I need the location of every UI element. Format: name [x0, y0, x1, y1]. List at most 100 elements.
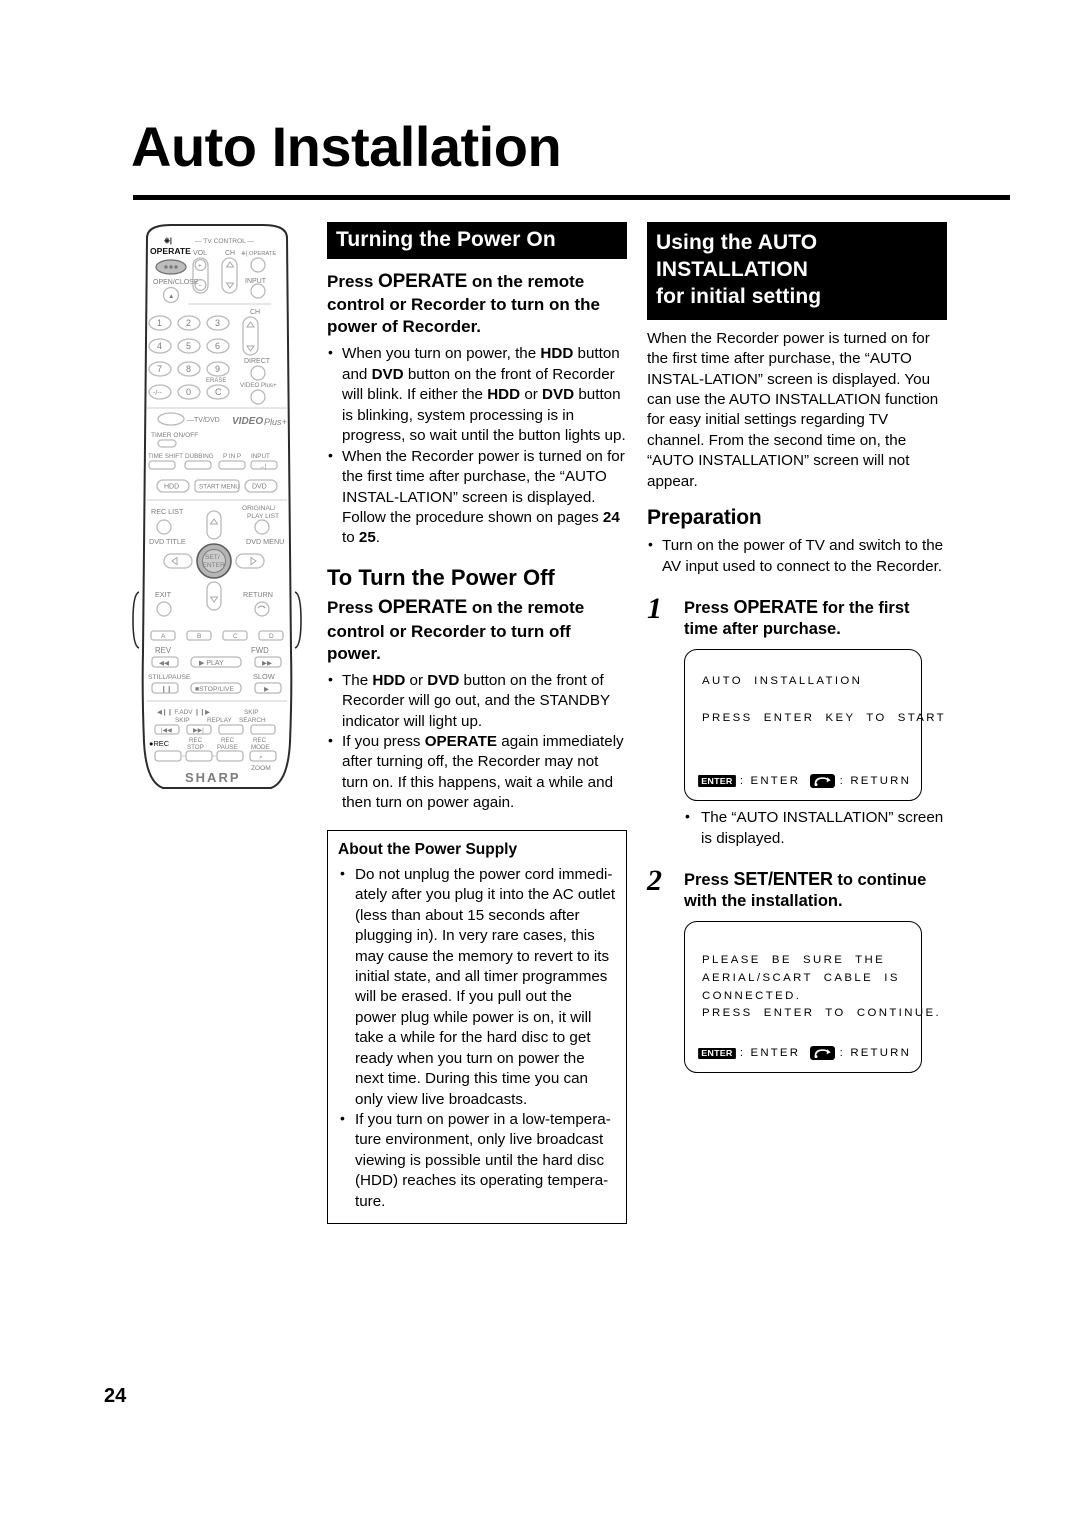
svg-text:⎈|: ⎈|	[164, 236, 172, 245]
svg-text:START MENU: START MENU	[199, 484, 240, 491]
osd-screen-step-1-text: AUTO INSTALLATION PRESS ENTER KEY TO STA…	[702, 672, 944, 727]
svg-text:4: 4	[157, 341, 162, 351]
svg-text:C: C	[233, 633, 238, 640]
list-item: Do not unplug the power cord immedi-atel…	[338, 864, 616, 1110]
svg-text:ORIGINAL/: ORIGINAL/	[242, 505, 276, 512]
step-2: 2 Press SET/ENTER to continue with the i…	[647, 864, 947, 912]
preparation-bullets: Turn on the power of TV and switch to th…	[647, 535, 947, 577]
svg-text:−: −	[198, 282, 202, 289]
svg-text:SHARP: SHARP	[185, 770, 241, 785]
svg-text:◀◀: ◀◀	[159, 660, 170, 667]
osd-line: CONNECTED.	[702, 989, 802, 1002]
about-power-supply-box: About the Power Supply Do not unplug the…	[327, 829, 627, 1225]
svg-text:RETURN: RETURN	[243, 590, 273, 599]
svg-text:MODE: MODE	[251, 744, 270, 751]
svg-text:INPUT: INPUT	[251, 453, 270, 460]
osd-line: PRESS ENTER TO CONTINUE.	[702, 1007, 942, 1020]
svg-text:PLAY LIST: PLAY LIST	[247, 513, 279, 520]
heading-to-turn-power-off: To Turn the Power Off	[327, 564, 555, 590]
enter-badge-icon: ENTER	[698, 775, 736, 787]
svg-text:REC: REC	[221, 737, 235, 744]
turning-power-off-bullets: The HDD or DVD button on the front of Re…	[327, 670, 627, 814]
svg-text:TIME SHIFT: TIME SHIFT	[148, 453, 183, 460]
turning-power-off-instruction: Press OPERATE on the remote control or R…	[327, 596, 627, 665]
step-1-number: 1	[647, 592, 662, 625]
auto-installation-intro-paragraph: When the Recorder power is turned on for…	[647, 329, 939, 490]
set-enter-keyword: SET/ENTER	[733, 869, 833, 890]
operate-keyword: OPERATE	[378, 270, 468, 292]
page-number: 24	[104, 1385, 127, 1407]
svg-text:ENTER: ENTER	[203, 562, 226, 569]
svg-text:0: 0	[186, 387, 191, 397]
svg-text:■STOP/LIVE: ■STOP/LIVE	[195, 686, 235, 693]
osd-return-label: : RETURN	[839, 775, 911, 788]
svg-text:VOL: VOL	[193, 250, 207, 257]
svg-text:SKIP: SKIP	[244, 709, 259, 716]
osd-screen-step-1-footer: ENTER : ENTER : RETURN	[698, 774, 911, 789]
svg-text:●REC: ●REC	[149, 739, 170, 748]
svg-text:3: 3	[215, 318, 220, 328]
svg-text:2: 2	[186, 318, 191, 328]
list-item: If you turn on power in a low-tempera-tu…	[338, 1109, 616, 1212]
section-header-turning-power-on: Turning the Power On	[327, 222, 627, 259]
operate-keyword: OPERATE	[733, 597, 818, 617]
svg-text:▲: ▲	[168, 293, 174, 300]
svg-text:DVD MENU: DVD MENU	[246, 537, 284, 546]
svg-text:8: 8	[186, 364, 191, 374]
svg-text:B: B	[197, 633, 201, 640]
svg-text:DVD: DVD	[252, 484, 267, 491]
header-line-1: Using the AUTO	[656, 231, 818, 254]
svg-text:P IN P: P IN P	[223, 453, 241, 460]
step-text-pre: Press	[684, 599, 734, 617]
instruction-pre: Press	[327, 271, 379, 291]
page-title: Auto Installation	[131, 115, 562, 178]
power-supply-box-title: About the Power Supply	[338, 840, 518, 858]
svg-text:▶ PLAY: ▶ PLAY	[199, 660, 224, 667]
svg-text:1: 1	[157, 318, 162, 328]
svg-text:REC: REC	[253, 737, 267, 744]
list-item: When you turn on power, the HDD button a…	[327, 343, 627, 446]
svg-text:OPERATE: OPERATE	[150, 246, 191, 256]
instruction-pre: Press	[327, 597, 379, 617]
svg-text:D: D	[269, 633, 274, 640]
svg-text:OPERATE: OPERATE	[249, 251, 276, 257]
svg-text:FWD: FWD	[251, 646, 269, 655]
svg-text:7: 7	[157, 364, 162, 374]
svg-text:TIMER ON/OFF: TIMER ON/OFF	[151, 432, 198, 439]
osd-screen-step-2-text: PLEASE BE SURE THE AERIAL/SCART CABLE IS…	[702, 952, 939, 1023]
svg-text:❙❙: ❙❙	[161, 685, 172, 693]
svg-text:REC LIST: REC LIST	[151, 507, 184, 516]
svg-text:EXIT: EXIT	[155, 590, 172, 599]
svg-text:SLOW: SLOW	[253, 672, 275, 681]
svg-text:CH: CH	[225, 250, 235, 257]
svg-text:DIRECT: DIRECT	[244, 358, 271, 365]
list-item: The “AUTO INSTALLATION” screen is displa…	[684, 807, 947, 849]
svg-text:VIDEO: VIDEO	[232, 416, 263, 427]
return-arrow-icon	[810, 1046, 835, 1061]
osd-line: AERIAL/SCART CABLE IS	[702, 971, 900, 984]
svg-text:—TV/DVD: —TV/DVD	[187, 417, 220, 424]
operate-keyword: OPERATE	[378, 596, 468, 618]
svg-text:⎈|: ⎈|	[241, 250, 248, 257]
osd-return-label: : RETURN	[839, 1047, 911, 1060]
turning-power-on-instruction: Press OPERATE on the remote control or R…	[327, 270, 627, 339]
svg-text:SKIP: SKIP	[175, 717, 190, 724]
svg-text:→|: →|	[259, 464, 267, 470]
list-item: Turn on the power of TV and switch to th…	[647, 535, 947, 577]
svg-text:CH: CH	[250, 309, 260, 316]
svg-text:STILL/PAUSE: STILL/PAUSE	[148, 674, 191, 681]
list-item: The HDD or DVD button on the front of Re…	[327, 670, 627, 732]
heading-preparation: Preparation	[647, 506, 762, 530]
svg-text:+: +	[198, 262, 202, 269]
svg-text:REV: REV	[155, 646, 172, 655]
return-arrow-icon	[810, 774, 835, 789]
svg-text:5: 5	[186, 341, 191, 351]
svg-text:STOP: STOP	[187, 744, 204, 751]
svg-text:ZOOM: ZOOM	[251, 765, 271, 772]
power-supply-bullets: Do not unplug the power cord immedi-atel…	[338, 864, 616, 1212]
svg-text:9: 9	[215, 364, 220, 374]
svg-text:◀❙❙ F.ADV ❙❙▶: ◀❙❙ F.ADV ❙❙▶	[157, 709, 210, 716]
osd-line: PRESS ENTER KEY TO START	[702, 712, 947, 725]
list-item: When the Recorder power is turned on for…	[327, 446, 627, 549]
section-header-using-auto-installation: Using the AUTO INSTALLATION for initial …	[647, 222, 947, 320]
